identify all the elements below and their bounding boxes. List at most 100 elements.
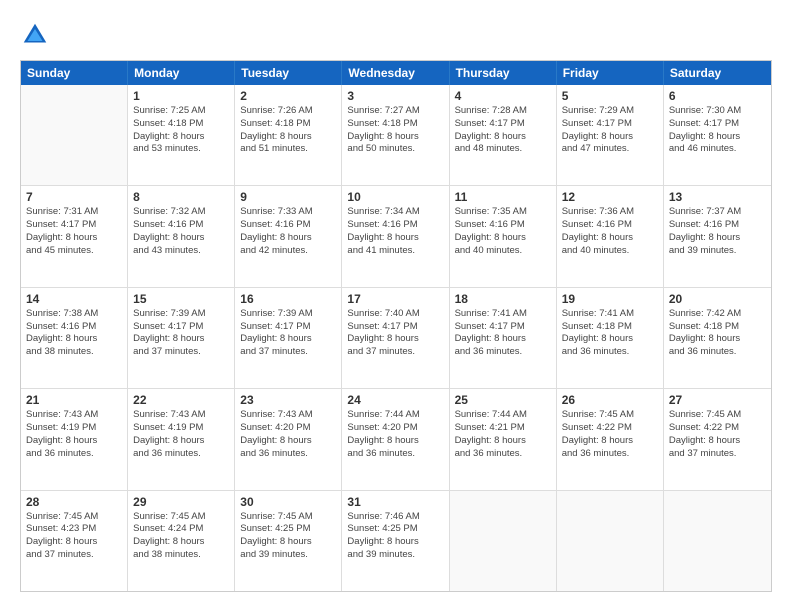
calendar-cell: 7 Sunrise: 7:31 AM Sunset: 4:17 PM Daylig… [21,186,128,286]
cell-content: Sunrise: 7:44 AM Sunset: 4:20 PM Dayligh… [347,409,443,460]
cell-content: Sunrise: 7:45 AM Sunset: 4:23 PM Dayligh… [26,511,122,562]
day-number: 26 [562,393,658,407]
day-number: 2 [240,89,336,103]
day-number: 28 [26,495,122,509]
day-number: 1 [133,89,229,103]
day-number: 6 [669,89,766,103]
calendar-cell: 1 Sunrise: 7:25 AM Sunset: 4:18 PM Daylig… [128,85,235,185]
calendar-cell: 19 Sunrise: 7:41 AM Sunset: 4:18 PM Dayli… [557,288,664,388]
calendar-cell: 2 Sunrise: 7:26 AM Sunset: 4:18 PM Daylig… [235,85,342,185]
day-number: 22 [133,393,229,407]
day-number: 7 [26,190,122,204]
calendar-header: SundayMondayTuesdayWednesdayThursdayFrid… [21,61,771,85]
calendar-cell: 15Sunrise: 7:39 AM Sunset: 4:17 PM Dayli… [128,288,235,388]
calendar-cell: 22Sunrise: 7:43 AM Sunset: 4:19 PM Dayli… [128,389,235,489]
cell-content: Sunrise: 7:43 AM Sunset: 4:20 PM Dayligh… [240,409,336,460]
cell-content: Sunrise: 7:25 AM Sunset: 4:18 PM Dayligh… [133,105,229,156]
cell-content: Sunrise: 7:28 AM Sunset: 4:17 PM Dayligh… [455,105,551,156]
cell-content: Sunrise: 7:27 AM Sunset: 4:18 PM Dayligh… [347,105,443,156]
calendar-day-header: Saturday [664,61,771,85]
calendar-cell: 11Sunrise: 7:35 AM Sunset: 4:16 PM Dayli… [450,186,557,286]
logo-icon [20,20,50,50]
day-number: 27 [669,393,766,407]
cell-content: Sunrise: 7:39 AM Sunset: 4:17 PM Dayligh… [240,308,336,359]
calendar-cell: 5Sunrise: 7:29 AM Sunset: 4:17 PM Daylig… [557,85,664,185]
cell-content: Sunrise: 7:30 AM Sunset: 4:17 PM Dayligh… [669,105,766,156]
cell-content: Sunrise: 7:32 AM Sunset: 4:16 PM Dayligh… [133,206,229,257]
calendar-cell: 30 Sunrise: 7:45 AM Sunset: 4:25 PM Dayli… [235,491,342,591]
calendar-cell: 18 Sunrise: 7:41 AM Sunset: 4:17 PM Dayli… [450,288,557,388]
day-number: 21 [26,393,122,407]
header [20,20,772,50]
cell-content: Sunrise: 7:37 AM Sunset: 4:16 PM Dayligh… [669,206,766,257]
calendar-cell: 4 Sunrise: 7:28 AM Sunset: 4:17 PM Daylig… [450,85,557,185]
cell-content: Sunrise: 7:38 AM Sunset: 4:16 PM Dayligh… [26,308,122,359]
day-number: 11 [455,190,551,204]
day-number: 25 [455,393,551,407]
day-number: 29 [133,495,229,509]
cell-content: Sunrise: 7:45 AM Sunset: 4:22 PM Dayligh… [562,409,658,460]
calendar-cell: 17 Sunrise: 7:40 AM Sunset: 4:17 PM Dayli… [342,288,449,388]
calendar-day-header: Wednesday [342,61,449,85]
calendar-day-header: Thursday [450,61,557,85]
calendar-day-header: Tuesday [235,61,342,85]
cell-content: Sunrise: 7:44 AM Sunset: 4:21 PM Dayligh… [455,409,551,460]
calendar-cell: 14 Sunrise: 7:38 AM Sunset: 4:16 PM Dayli… [21,288,128,388]
calendar-cell: 28 Sunrise: 7:45 AM Sunset: 4:23 PM Dayli… [21,491,128,591]
day-number: 19 [562,292,658,306]
calendar-row: 28 Sunrise: 7:45 AM Sunset: 4:23 PM Dayli… [21,490,771,591]
calendar-cell: 9Sunrise: 7:33 AM Sunset: 4:16 PM Daylig… [235,186,342,286]
cell-content: Sunrise: 7:34 AM Sunset: 4:16 PM Dayligh… [347,206,443,257]
cell-content: Sunrise: 7:43 AM Sunset: 4:19 PM Dayligh… [26,409,122,460]
cell-content: Sunrise: 7:36 AM Sunset: 4:16 PM Dayligh… [562,206,658,257]
cell-content: Sunrise: 7:46 AM Sunset: 4:25 PM Dayligh… [347,511,443,562]
calendar-cell: 12 Sunrise: 7:36 AM Sunset: 4:16 PM Dayli… [557,186,664,286]
calendar-day-header: Friday [557,61,664,85]
day-number: 20 [669,292,766,306]
day-number: 4 [455,89,551,103]
day-number: 30 [240,495,336,509]
calendar-cell: 13 Sunrise: 7:37 AM Sunset: 4:16 PM Dayli… [664,186,771,286]
calendar-cell: 31Sunrise: 7:46 AM Sunset: 4:25 PM Dayli… [342,491,449,591]
calendar-cell: 26 Sunrise: 7:45 AM Sunset: 4:22 PM Dayli… [557,389,664,489]
day-number: 18 [455,292,551,306]
calendar-cell: 8 Sunrise: 7:32 AM Sunset: 4:16 PM Daylig… [128,186,235,286]
day-number: 5 [562,89,658,103]
day-number: 13 [669,190,766,204]
cell-content: Sunrise: 7:31 AM Sunset: 4:17 PM Dayligh… [26,206,122,257]
calendar-cell [664,491,771,591]
cell-content: Sunrise: 7:42 AM Sunset: 4:18 PM Dayligh… [669,308,766,359]
cell-content: Sunrise: 7:40 AM Sunset: 4:17 PM Dayligh… [347,308,443,359]
day-number: 15 [133,292,229,306]
calendar-cell: 27 Sunrise: 7:45 AM Sunset: 4:22 PM Dayli… [664,389,771,489]
cell-content: Sunrise: 7:41 AM Sunset: 4:17 PM Dayligh… [455,308,551,359]
calendar-cell [557,491,664,591]
calendar-row: 21 Sunrise: 7:43 AM Sunset: 4:19 PM Dayli… [21,388,771,489]
calendar-cell: 20 Sunrise: 7:42 AM Sunset: 4:18 PM Dayli… [664,288,771,388]
cell-content: Sunrise: 7:45 AM Sunset: 4:22 PM Dayligh… [669,409,766,460]
calendar-cell: 29 Sunrise: 7:45 AM Sunset: 4:24 PM Dayli… [128,491,235,591]
cell-content: Sunrise: 7:45 AM Sunset: 4:25 PM Dayligh… [240,511,336,562]
calendar-cell: 23 Sunrise: 7:43 AM Sunset: 4:20 PM Dayli… [235,389,342,489]
day-number: 16 [240,292,336,306]
calendar-row: 14 Sunrise: 7:38 AM Sunset: 4:16 PM Dayli… [21,287,771,388]
calendar-body: 1 Sunrise: 7:25 AM Sunset: 4:18 PM Daylig… [21,85,771,591]
calendar-day-header: Sunday [21,61,128,85]
cell-content: Sunrise: 7:45 AM Sunset: 4:24 PM Dayligh… [133,511,229,562]
cell-content: Sunrise: 7:41 AM Sunset: 4:18 PM Dayligh… [562,308,658,359]
calendar-cell: 25 Sunrise: 7:44 AM Sunset: 4:21 PM Dayli… [450,389,557,489]
cell-content: Sunrise: 7:26 AM Sunset: 4:18 PM Dayligh… [240,105,336,156]
day-number: 17 [347,292,443,306]
calendar-row: 7 Sunrise: 7:31 AM Sunset: 4:17 PM Daylig… [21,185,771,286]
calendar-cell: 10 Sunrise: 7:34 AM Sunset: 4:16 PM Dayli… [342,186,449,286]
day-number: 10 [347,190,443,204]
day-number: 8 [133,190,229,204]
calendar-cell: 3Sunrise: 7:27 AM Sunset: 4:18 PM Daylig… [342,85,449,185]
page: SundayMondayTuesdayWednesdayThursdayFrid… [0,0,792,612]
day-number: 23 [240,393,336,407]
day-number: 14 [26,292,122,306]
day-number: 12 [562,190,658,204]
calendar-cell: 21 Sunrise: 7:43 AM Sunset: 4:19 PM Dayli… [21,389,128,489]
calendar-cell: 16 Sunrise: 7:39 AM Sunset: 4:17 PM Dayli… [235,288,342,388]
calendar-cell: 24Sunrise: 7:44 AM Sunset: 4:20 PM Dayli… [342,389,449,489]
